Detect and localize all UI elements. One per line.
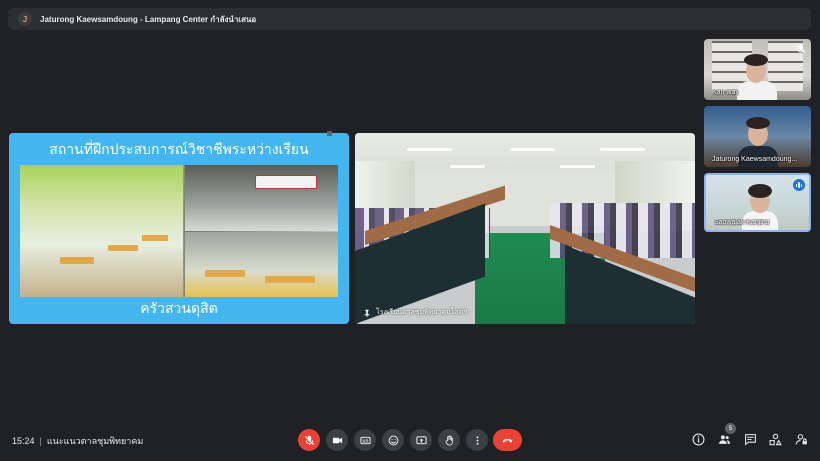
meeting-name: แนะแนวตาลชุมพิทยาคม — [46, 436, 144, 446]
slide-photo — [20, 165, 338, 297]
cafeteria-photo — [20, 165, 183, 297]
raise-hand-button[interactable] — [438, 429, 460, 451]
participant-tile-1[interactable]: Kan way — [704, 39, 811, 100]
presenter-avatar: J — [18, 12, 32, 26]
mic-off-icon — [304, 435, 314, 445]
pinned-tile-label: โรงเรียนตาลชุมพิทยาคมโสตฯ — [363, 307, 467, 318]
participant-name: Jaturong Kaewsamdoung... — [712, 156, 798, 163]
people-button[interactable] — [717, 432, 731, 446]
reactions-button[interactable] — [382, 429, 404, 451]
presenting-title: Jaturong Kaewsamdoung - Lampang Center ก… — [40, 14, 257, 24]
camera-toggle-button[interactable] — [326, 429, 348, 451]
pinned-video-tile[interactable]: โรงเรียนตาลชุมพิทยาคมโสตฯ — [355, 133, 695, 324]
mic-off-icon — [796, 44, 806, 54]
present-screen-icon — [415, 435, 427, 444]
chat-icon — [744, 433, 756, 446]
slide-title: สถานที่ฝึกประสบการณ์วิชาชีพระหว่างเรียน — [49, 142, 309, 158]
meeting-info: 15:24 | แนะแนวตาลชุมพิทยาคม — [12, 436, 144, 446]
speaking-indicator-icon — [793, 179, 805, 191]
slide-caption: ครัวสวนดุสิต — [140, 301, 218, 317]
mic-toggle-button[interactable] — [298, 429, 320, 451]
hand-icon — [444, 435, 453, 445]
storefront-photo — [185, 165, 338, 231]
dining-photo — [185, 232, 338, 297]
tile-options-handle[interactable] — [327, 131, 332, 136]
captions-button[interactable] — [354, 429, 376, 451]
more-options-button[interactable] — [466, 429, 488, 451]
video-camera-icon — [332, 437, 342, 443]
clock-time: 15:24 — [12, 436, 35, 446]
participant-tile-3-active[interactable]: Saowalak Kanjina — [704, 173, 811, 232]
people-icon — [718, 434, 730, 444]
meeting-details-button[interactable] — [691, 432, 705, 446]
presenting-banner: J Jaturong Kaewsamdoung - Lampang Center… — [8, 8, 811, 30]
pinned-tile-name: โรงเรียนตาลชุมพิทยาคมโสตฯ — [376, 309, 468, 316]
emoji-icon — [388, 435, 398, 445]
lock-person-icon — [795, 433, 807, 444]
participant-name: Saowalak Kanjina — [714, 219, 770, 226]
activities-button[interactable] — [768, 432, 782, 446]
participant-tile-2[interactable]: Jaturong Kaewsamdoung... — [704, 106, 811, 167]
shapes-icon — [769, 433, 782, 445]
info-icon — [692, 433, 704, 445]
host-controls-button[interactable] — [794, 432, 808, 446]
participant-name: Kan way — [712, 89, 739, 96]
chat-button[interactable] — [743, 432, 757, 446]
captions-icon — [359, 436, 371, 444]
pin-icon — [364, 309, 370, 317]
presentation-tile[interactable]: สถานที่ฝึกประสบการณ์วิชาชีพระหว่างเรียน … — [9, 133, 349, 324]
more-vert-icon — [476, 435, 478, 445]
store-sign — [255, 175, 317, 189]
leave-call-button[interactable] — [493, 429, 522, 451]
end-call-icon — [502, 438, 513, 443]
present-screen-button[interactable] — [410, 429, 432, 451]
